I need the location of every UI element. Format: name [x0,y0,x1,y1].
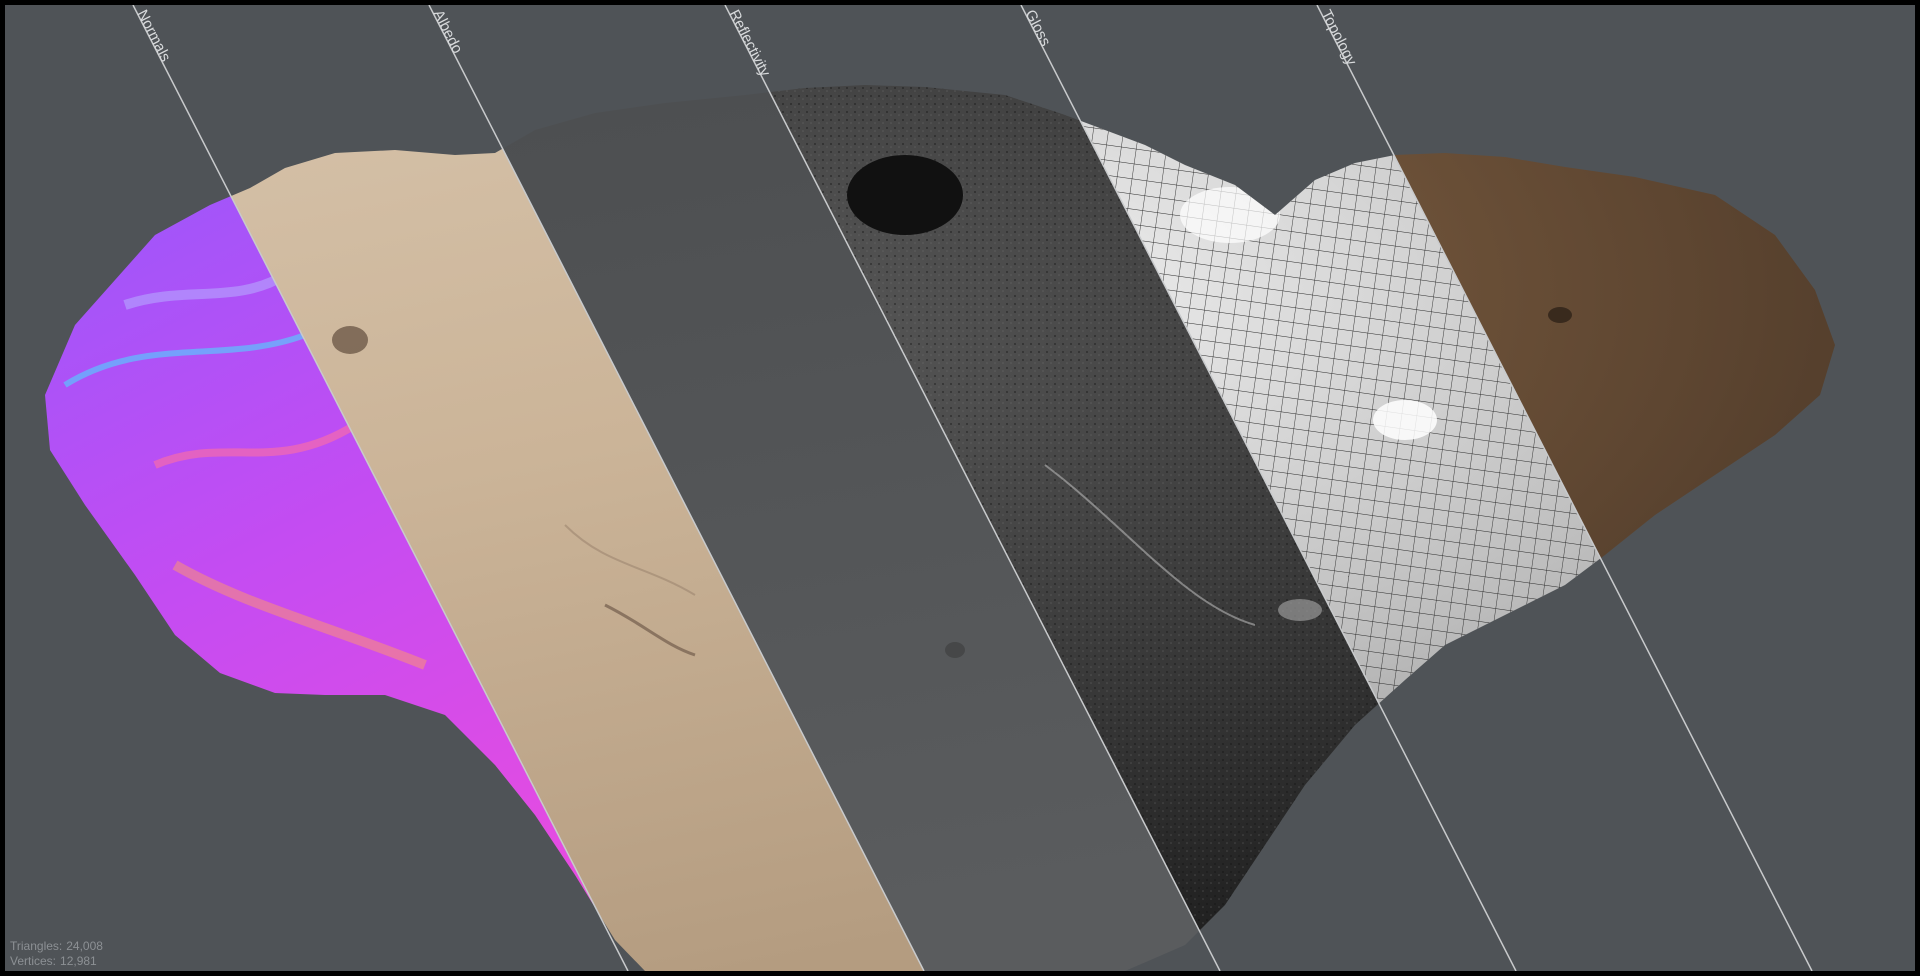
triangle-count: Triangles: 24,008 [10,939,103,953]
rock-mesh [45,85,1835,971]
layer-label-normals[interactable]: Normals [133,7,174,64]
layer-label-topology[interactable]: Topology [1317,7,1360,69]
layer-label-gloss[interactable]: Gloss [1021,7,1054,49]
rock-model-render[interactable]: Normals Albedo Reflectivity Gloss Topolo… [5,5,1915,971]
vertex-count: Vertices: 12,981 [10,954,97,968]
mesh-stats: Triangles: 24,008 Vertices: 12,981 [10,939,103,969]
model-viewport[interactable]: Normals Albedo Reflectivity Gloss Topolo… [5,5,1915,971]
layer-label-reflectivity[interactable]: Reflectivity [725,7,773,80]
layer-label-albedo[interactable]: Albedo [429,7,465,56]
